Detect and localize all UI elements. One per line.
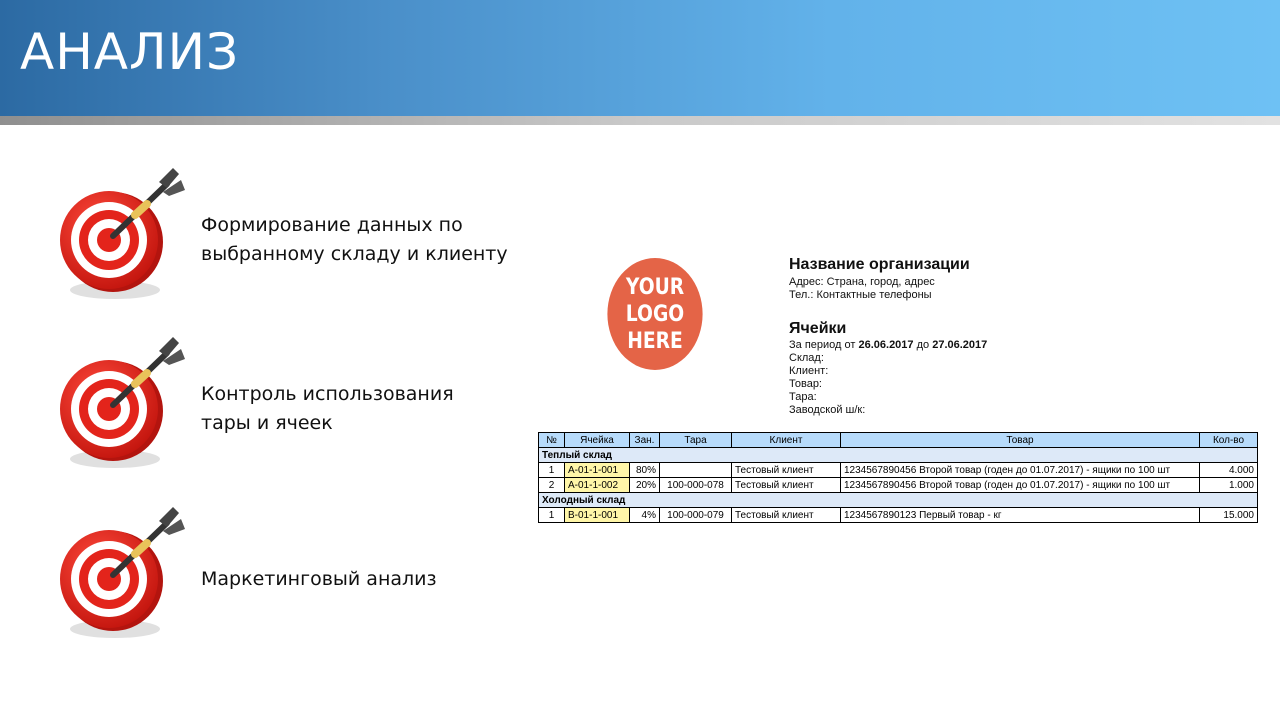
- cell-code: A-01-1-001: [564, 462, 630, 478]
- logo-line: HERE: [627, 328, 683, 354]
- quantity: 4.000: [1199, 462, 1258, 478]
- column-header: Ячейка: [564, 432, 630, 448]
- goal-text: Маркетинговый анализ: [201, 568, 437, 590]
- product: 1234567890456 Второй товар (годен до 01.…: [840, 462, 1200, 478]
- filter-warehouse: Склад:: [789, 352, 824, 364]
- target-with-dart-icon: [55, 168, 190, 303]
- organization-info: Название организации Адрес: Страна, горо…: [789, 256, 970, 302]
- goal-text: Контроль использования тары и ячеек: [201, 383, 454, 434]
- logo-line: YOUR: [625, 274, 685, 300]
- goal-text: Формирование данных по выбранному складу…: [201, 214, 508, 265]
- column-header: Товар: [840, 432, 1200, 448]
- column-header: Тара: [659, 432, 732, 448]
- organization-address: Адрес: Страна, город, адрес: [789, 276, 935, 288]
- target-with-dart-icon: [55, 507, 190, 642]
- title-banner: АНАЛИЗ: [0, 0, 1280, 116]
- product: 1234567890456 Второй товар (годен до 01.…: [840, 477, 1200, 493]
- organization-phone: Тел.: Контактные телефоны: [789, 289, 932, 301]
- report-header: Ячейки За период от 26.06.2017 до 27.06.…: [789, 320, 987, 417]
- row-number: 2: [538, 477, 565, 493]
- cell-code: B-01-1-001: [564, 507, 630, 523]
- group-name: Теплый склад: [538, 447, 1258, 463]
- date-from: 26.06.2017: [858, 339, 914, 351]
- row-number: 1: [538, 462, 565, 478]
- occupancy: 80%: [629, 462, 660, 478]
- filter-container: Тара:: [789, 391, 817, 403]
- client: Тестовый клиент: [731, 477, 841, 493]
- group-row: Теплый склад: [538, 447, 1258, 463]
- column-header: Кол-во: [1199, 432, 1258, 448]
- quantity: 1.000: [1199, 477, 1258, 493]
- period-middle: до: [913, 339, 933, 351]
- report-period: За период от 26.06.2017 до 27.06.2017: [789, 339, 987, 352]
- organization-name: Название организации: [789, 256, 970, 273]
- page-title: АНАЛИЗ: [20, 23, 240, 81]
- group-row: Холодный склад: [538, 492, 1258, 508]
- logo-line: LOGO: [625, 301, 685, 327]
- column-header: Зан.: [629, 432, 660, 448]
- occupancy: 4%: [629, 507, 660, 523]
- table-row: 2 A-01-1-002 20% 100-000-078 Тестовый кл…: [538, 477, 1258, 493]
- table-row: 1 B-01-1-001 4% 100-000-079 Тестовый кли…: [538, 507, 1258, 523]
- company-logo-placeholder: YOUR LOGO HERE: [607, 258, 703, 370]
- column-header: Клиент: [731, 432, 841, 448]
- container: [659, 462, 732, 478]
- cell-code: A-01-1-002: [564, 477, 630, 493]
- container: 100-000-079: [659, 507, 732, 523]
- period-prefix: За период от: [789, 339, 859, 351]
- column-header: №: [538, 432, 565, 448]
- table-header-row: № Ячейка Зан. Тара Клиент Товар Кол-во: [538, 432, 1258, 448]
- client: Тестовый клиент: [731, 507, 841, 523]
- occupancy: 20%: [629, 477, 660, 493]
- filter-barcode: Заводской ш/к:: [789, 404, 866, 416]
- target-with-dart-icon: [55, 337, 190, 472]
- container: 100-000-078: [659, 477, 732, 493]
- table-row: 1 A-01-1-001 80% Тестовый клиент 1234567…: [538, 462, 1258, 478]
- row-number: 1: [538, 507, 565, 523]
- report-title: Ячейки: [789, 320, 847, 337]
- filter-client: Клиент:: [789, 365, 829, 377]
- quantity: 15.000: [1199, 507, 1258, 523]
- group-name: Холодный склад: [538, 492, 1258, 508]
- date-to: 27.06.2017: [932, 339, 988, 351]
- product: 1234567890123 Первый товар - кг: [840, 507, 1200, 523]
- banner-divider: [0, 116, 1280, 125]
- filter-product: Товар:: [789, 378, 822, 390]
- client: Тестовый клиент: [731, 462, 841, 478]
- cells-table: № Ячейка Зан. Тара Клиент Товар Кол-во Т…: [538, 432, 1258, 523]
